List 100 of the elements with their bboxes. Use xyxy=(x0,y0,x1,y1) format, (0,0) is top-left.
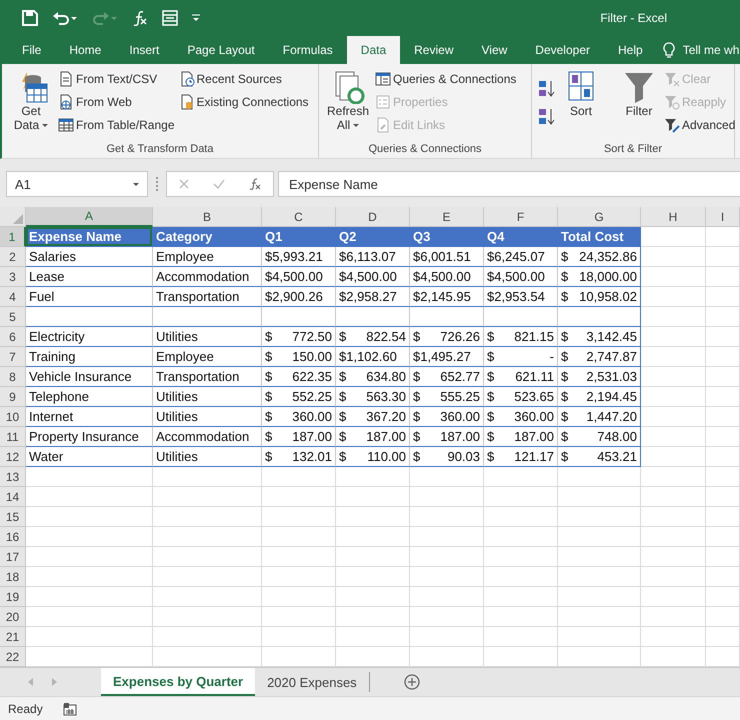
table-cell[interactable]: $ 18,000.00 xyxy=(558,267,641,287)
table-cell[interactable]: $ 24,352.86 xyxy=(558,247,641,267)
table-cell[interactable]: $ 121.17 xyxy=(484,447,558,467)
ribbon-button[interactable]: Get Data xyxy=(8,68,54,143)
add-sheet-icon[interactable] xyxy=(404,674,420,690)
ribbon-tab[interactable]: Formulas xyxy=(268,36,347,64)
row-header[interactable]: 15 xyxy=(0,507,26,527)
ribbon-button[interactable]: Existing Connections xyxy=(178,93,309,111)
row-header[interactable]: 2 xyxy=(0,247,26,267)
row-header[interactable]: 19 xyxy=(0,587,26,607)
ribbon-button[interactable]: From Text/CSV xyxy=(58,70,174,88)
table-cell[interactable]: Electricity xyxy=(26,327,153,347)
table-cell[interactable]: $4,500.00 xyxy=(262,267,336,287)
table-cell[interactable]: $ 822.54 xyxy=(336,327,410,347)
table-cell[interactable]: $ 563.30 xyxy=(336,387,410,407)
column-header[interactable]: D xyxy=(336,207,410,227)
table-cell[interactable]: Salaries xyxy=(26,247,153,267)
ribbon-tab[interactable]: Developer xyxy=(521,36,604,64)
row-header[interactable]: 4 xyxy=(0,287,26,307)
table-cell[interactable]: $ 187.00 xyxy=(484,427,558,447)
row-header[interactable]: 1 xyxy=(0,227,26,247)
table-cell[interactable]: $ 2,194.45 xyxy=(558,387,641,407)
table-cell[interactable]: $ 634.80 xyxy=(336,367,410,387)
column-header[interactable]: I xyxy=(706,207,740,227)
row-header[interactable]: 7 xyxy=(0,347,26,367)
table-cell[interactable]: $ 360.00 xyxy=(484,407,558,427)
next-sheet-icon[interactable] xyxy=(52,678,58,686)
row-header[interactable]: 9 xyxy=(0,387,26,407)
table-cell[interactable]: $ 652.77 xyxy=(410,367,484,387)
table-cell[interactable]: $ 187.00 xyxy=(336,427,410,447)
column-header[interactable]: G xyxy=(558,207,641,227)
table-cell[interactable]: $ 2,747.87 xyxy=(558,347,641,367)
table-cell[interactable]: $4,500.00 xyxy=(336,267,410,287)
table-cell[interactable]: $6,245.07 xyxy=(484,247,558,267)
table-cell[interactable]: $6,001.51 xyxy=(410,247,484,267)
table-cell[interactable]: $4,500.00 xyxy=(484,267,558,287)
table-header-cell[interactable]: Category xyxy=(153,227,262,247)
ribbon-button[interactable]: Queries & Connections xyxy=(375,70,516,88)
sort-descending-icon[interactable] xyxy=(538,108,556,126)
table-cell[interactable]: Fuel xyxy=(26,287,153,307)
row-header[interactable]: 10 xyxy=(0,407,26,427)
ribbon-button[interactable]: Refresh All xyxy=(325,68,371,143)
row-header[interactable]: 3 xyxy=(0,267,26,287)
tell-me-field[interactable]: Tell me wh xyxy=(682,43,740,57)
table-cell[interactable]: $2,900.26 xyxy=(262,287,336,307)
cancel-icon[interactable] xyxy=(179,179,189,189)
table-cell[interactable]: $ 90.03 xyxy=(410,447,484,467)
ribbon-button[interactable]: Recent Sources xyxy=(178,70,309,88)
table-cell[interactable]: $ 2,531.03 xyxy=(558,367,641,387)
table-cell[interactable]: $ 360.00 xyxy=(262,407,336,427)
ribbon-tab[interactable]: View xyxy=(468,36,522,64)
ribbon-tab[interactable]: Review xyxy=(400,36,468,64)
table-cell[interactable]: $ 772.50 xyxy=(262,327,336,347)
table-cell[interactable]: Transportation xyxy=(153,287,262,307)
table-header-cell[interactable]: Q4 xyxy=(484,227,558,247)
table-cell[interactable]: Property Insurance xyxy=(26,427,153,447)
undo-icon[interactable] xyxy=(52,10,78,26)
column-header[interactable]: A xyxy=(26,207,153,227)
ribbon-button[interactable]: From Web xyxy=(58,93,174,111)
table-cell[interactable]: $2,958.27 xyxy=(336,287,410,307)
row-header[interactable]: 12 xyxy=(0,447,26,467)
table-cell[interactable]: $ - xyxy=(484,347,558,367)
sort-ascending-icon[interactable] xyxy=(538,80,556,98)
row-header[interactable]: 11 xyxy=(0,427,26,447)
table-cell[interactable] xyxy=(262,307,336,327)
save-icon[interactable] xyxy=(22,10,38,26)
ribbon-tab[interactable]: Home xyxy=(55,36,116,64)
table-cell[interactable]: Employee xyxy=(153,347,262,367)
table-cell[interactable]: $5,993.21 xyxy=(262,247,336,267)
table-cell[interactable]: Utilities xyxy=(153,407,262,427)
ribbon-tab[interactable]: Insert xyxy=(115,36,174,64)
table-cell[interactable]: Utilities xyxy=(153,327,262,347)
table-cell[interactable]: $ 132.01 xyxy=(262,447,336,467)
table-cell[interactable]: $2,145.95 xyxy=(410,287,484,307)
table-cell[interactable] xyxy=(26,307,153,327)
table-cell[interactable]: $ 3,142.45 xyxy=(558,327,641,347)
table-cell[interactable]: Lease xyxy=(26,267,153,287)
column-header[interactable]: F xyxy=(484,207,558,227)
table-cell[interactable]: $ 748.00 xyxy=(558,427,641,447)
table-cell[interactable]: $2,953.54 xyxy=(484,287,558,307)
row-header[interactable]: 6 xyxy=(0,327,26,347)
column-header[interactable]: H xyxy=(641,207,706,227)
table-header-cell[interactable]: Q2 xyxy=(336,227,410,247)
ribbon-button[interactable]: Advanced xyxy=(664,116,736,134)
table-cell[interactable] xyxy=(153,307,262,327)
table-header-cell[interactable]: Q3 xyxy=(410,227,484,247)
form-icon[interactable] xyxy=(162,10,178,26)
formula-field[interactable]: Expense Name xyxy=(278,171,740,197)
ribbon-button[interactable]: From Table/Range xyxy=(58,116,174,134)
previous-sheet-icon[interactable] xyxy=(28,678,34,686)
table-cell[interactable]: Training xyxy=(26,347,153,367)
ribbon-tab[interactable]: Help xyxy=(604,36,657,64)
check-icon[interactable] xyxy=(213,179,225,189)
row-header[interactable]: 21 xyxy=(0,627,26,647)
row-header[interactable]: 18 xyxy=(0,567,26,587)
row-header[interactable]: 8 xyxy=(0,367,26,387)
table-cell[interactable]: $ 726.26 xyxy=(410,327,484,347)
table-cell[interactable]: Utilities xyxy=(153,387,262,407)
table-cell[interactable]: $ 555.25 xyxy=(410,387,484,407)
table-cell[interactable]: Internet xyxy=(26,407,153,427)
